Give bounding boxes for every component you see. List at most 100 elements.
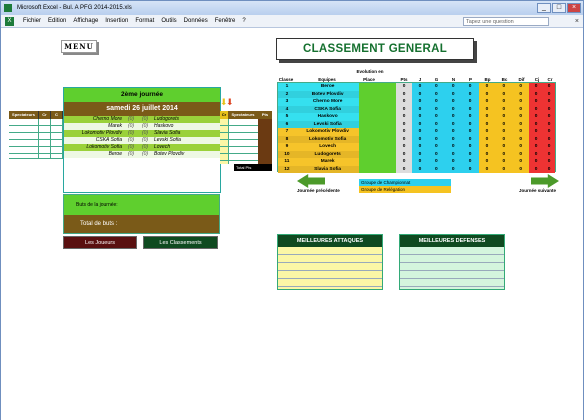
standings-button[interactable]: Les Classements [143, 236, 218, 249]
cell-place [359, 113, 380, 121]
cell-cr: 0 [543, 150, 555, 158]
menu-fichier[interactable]: Fichier [23, 15, 41, 28]
cell-g: 0 [427, 158, 445, 166]
cell-j: 0 [412, 158, 428, 166]
cell-g: 0 [427, 143, 445, 151]
cell-g: 0 [427, 165, 445, 173]
menu-button[interactable]: MENU [61, 40, 97, 53]
c-cells[interactable] [51, 119, 63, 159]
excel-app-icon [4, 4, 12, 12]
spectator-cells[interactable] [9, 119, 39, 159]
cell-g: 0 [427, 105, 445, 113]
cell-cr: 0 [543, 165, 555, 173]
cr-cells[interactable] [39, 119, 51, 159]
standings-row: 5 Haskovo 0 0 0 0 0 0 0 0 0 0 [278, 113, 555, 121]
cell-bc: 0 [495, 128, 513, 136]
standings-row: 9 Lovech 0 0 0 0 0 0 0 0 0 0 [278, 143, 555, 151]
maximize-button[interactable]: □ [552, 3, 566, 13]
cell-n: 0 [444, 105, 462, 113]
cell-bp: 0 [478, 128, 496, 136]
menu-bar: X Fichier Edition Affichage Insertion Fo… [1, 15, 583, 28]
cell-j: 0 [412, 83, 428, 91]
cell-rank: 12 [278, 165, 296, 173]
left-arrow-icon[interactable] [297, 174, 325, 188]
home-score[interactable]: (0) [124, 123, 138, 130]
cell-bp: 0 [478, 90, 496, 98]
cell-pts: 0 [396, 165, 413, 173]
cell-p: 0 [461, 128, 479, 136]
away-score[interactable]: (0) [138, 116, 152, 123]
header-pts-right: Pts [258, 111, 272, 119]
away-score[interactable]: (0) [138, 137, 152, 144]
cell-bp: 0 [478, 158, 496, 166]
cell-evo [379, 143, 397, 151]
cell-bc: 0 [495, 150, 513, 158]
cell-p: 0 [461, 120, 479, 128]
cell-bp: 0 [478, 143, 496, 151]
header-cr-right: Cr [220, 111, 228, 119]
next-round-nav[interactable]: Journée suivante [519, 174, 559, 193]
cell-team: Lokomotiv Plovdiv [295, 128, 360, 136]
cell-dif: 0 [512, 135, 530, 143]
cell-p: 0 [461, 143, 479, 151]
next-round-label[interactable]: Journée suivante [519, 188, 559, 193]
spectator-right-cells[interactable] [228, 119, 258, 164]
best-defenses-title: MEILLEURES DEFENSES [400, 235, 504, 247]
standings-row: 11 Marek 0 0 0 0 0 0 0 0 0 0 [278, 158, 555, 166]
away-score[interactable]: (0) [138, 130, 152, 137]
home-score[interactable]: (0) [124, 116, 138, 123]
home-score[interactable]: (0) [124, 144, 138, 151]
cell-p: 0 [461, 105, 479, 113]
cell-p: 0 [461, 158, 479, 166]
cell-place [359, 158, 380, 166]
menu-insertion[interactable]: Insertion [105, 15, 128, 28]
match-row: Marek (0) (0) Haskovo [64, 123, 220, 130]
cell-p: 0 [461, 90, 479, 98]
excel-window: Microsoft Excel - Bul. A PFG 2014-2015.x… [0, 0, 584, 420]
cell-j: 0 [412, 120, 428, 128]
cell-bc: 0 [495, 165, 513, 173]
workbook-icon[interactable]: X [5, 17, 14, 26]
menu-donnees[interactable]: Données [184, 15, 208, 28]
players-button[interactable]: Les Joueurs [63, 236, 137, 249]
standings-row: 1 Beroe 0 0 0 0 0 0 0 0 0 0 [278, 83, 555, 91]
menu-affichage[interactable]: Affichage [73, 15, 98, 28]
cell-n: 0 [444, 83, 462, 91]
minimize-button[interactable]: _ [537, 3, 551, 13]
right-arrow-icon[interactable] [531, 174, 559, 188]
menu-fenetre[interactable]: Fenêtre [215, 15, 236, 28]
previous-round-label[interactable]: Journée précédente [297, 188, 340, 193]
home-score[interactable]: (0) [124, 151, 138, 158]
cell-cj: 0 [529, 120, 544, 128]
menu-edition[interactable]: Edition [48, 15, 66, 28]
ask-question-input[interactable]: Tapez une question [463, 17, 549, 26]
close-button[interactable]: × [567, 3, 581, 13]
cell-p: 0 [461, 135, 479, 143]
away-team: Lovech [154, 144, 171, 150]
cell-p: 0 [461, 113, 479, 121]
cell-cr: 0 [543, 158, 555, 166]
cell-team: Lovech [295, 143, 360, 151]
home-score[interactable]: (0) [124, 130, 138, 137]
legend-championship: Groupe de Championnat [359, 179, 451, 186]
home-score[interactable]: (0) [124, 137, 138, 144]
round-date: samedi 26 juillet 2014 [64, 102, 220, 116]
away-score[interactable]: (0) [138, 151, 152, 158]
best-attacks-list [278, 247, 382, 289]
menu-help[interactable]: ? [242, 15, 245, 28]
away-score[interactable]: (0) [138, 123, 152, 130]
cr-right-cells[interactable] [220, 119, 228, 164]
match-row: Cherno More (0) (0) Ludogorets [64, 116, 220, 123]
cell-rank: 1 [278, 83, 296, 91]
cell-team: Ludogorets [295, 150, 360, 158]
previous-round-nav[interactable]: Journée précédente [297, 174, 340, 193]
spectators-table-left: Spectateurs Cr C [9, 111, 63, 159]
menu-outils[interactable]: Outils [161, 15, 176, 28]
away-score[interactable]: (0) [138, 144, 152, 151]
standings-row: 8 Lokomotiv Sofia 0 0 0 0 0 0 0 0 0 0 [278, 135, 555, 143]
menu-format[interactable]: Format [135, 15, 154, 28]
workbook-close-icon[interactable]: × [575, 15, 579, 28]
away-team: Slavia Sofia [154, 130, 181, 136]
header-spectateurs: Spectateurs [9, 111, 39, 119]
cell-g: 0 [427, 120, 445, 128]
